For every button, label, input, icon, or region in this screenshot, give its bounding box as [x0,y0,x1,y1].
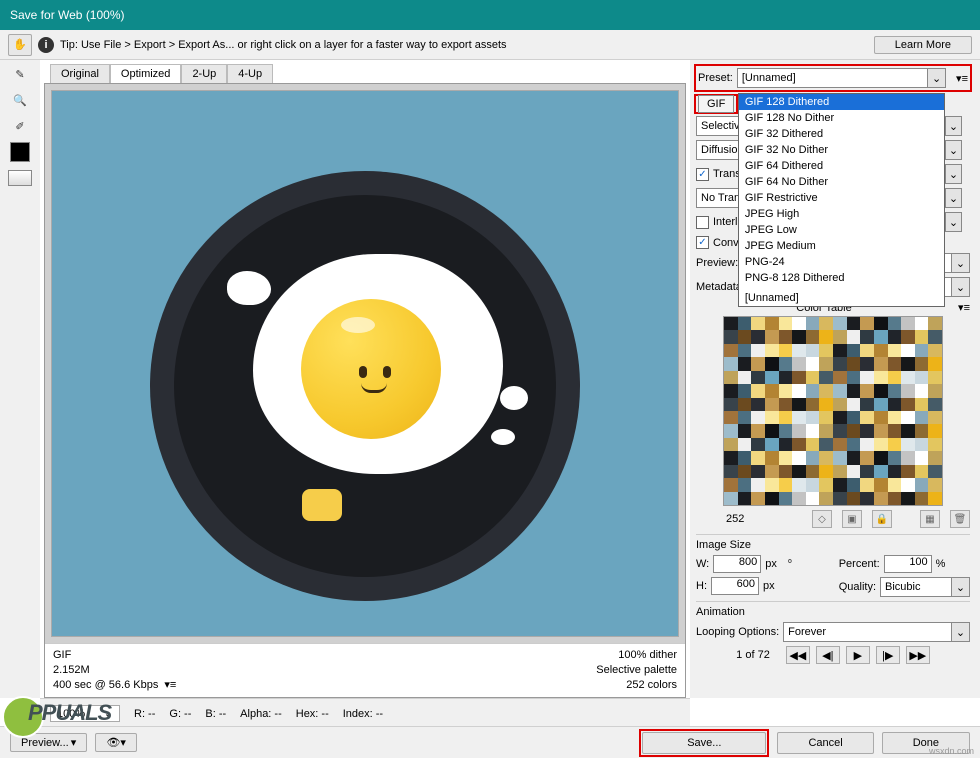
zoom-tool-icon[interactable]: 🔍 [10,90,30,110]
slice-tool-icon[interactable]: ✎ [10,64,30,84]
first-frame-button[interactable]: ◀◀ [786,646,810,664]
preview-canvas[interactable] [51,90,679,637]
preset-option[interactable]: JPEG Medium [739,238,944,254]
preset-option[interactable]: GIF 64 No Dither [739,174,944,190]
percent-label: Percent: [839,558,880,570]
preset-option[interactable]: JPEG Low [739,222,944,238]
zoom-bar: 100%⌄ R: -- G: -- B: -- Alpha: -- Hex: -… [40,698,690,728]
prev-frame-button[interactable]: ◀| [816,646,840,664]
learn-more-button[interactable]: Learn More [874,36,972,54]
tab-2up[interactable]: 2-Up [181,64,227,83]
toggle-slices-button[interactable] [8,170,32,186]
color-table-menu-icon[interactable]: ▾≡ [958,301,970,314]
tip-bar: ✋ i Tip: Use File > Export > Export As..… [0,30,980,60]
preset-option[interactable]: GIF 128 No Dither [739,110,944,126]
ct-btn-1[interactable]: ◇ [812,510,832,528]
ct-btn-trash[interactable]: 🗑 [950,510,970,528]
convert-srgb-checkbox[interactable]: ✓ [696,236,709,249]
info-colors: 252 colors [596,678,677,693]
preset-option[interactable]: GIF 32 Dithered [739,126,944,142]
speed-menu-icon[interactable]: ▾≡ [164,678,176,693]
loop-label: Looping Options: [696,626,779,638]
info-palette: Selective palette [596,663,677,678]
color-count: 252 [726,513,744,525]
preset-label: Preset: [698,72,733,84]
eyedropper-tool-icon[interactable]: ✐ [10,116,30,136]
preset-option[interactable]: PNG-8 128 Dithered [739,270,944,286]
preview-browser-button[interactable]: 👁▾ [95,733,137,752]
ct-btn-2[interactable]: ▣ [842,510,862,528]
cancel-button[interactable]: Cancel [777,732,873,754]
preset-option[interactable]: [Unnamed] [739,290,944,306]
preview-info: GIF 2.152M 400 sec @ 56.6 Kbps ▾≡ 100% d… [45,643,685,697]
next-frame-button[interactable]: |▶ [876,646,900,664]
play-button[interactable]: ▶ [846,646,870,664]
preset-option[interactable]: GIF 64 Dithered [739,158,944,174]
preview-tabs: Original Optimized 2-Up 4-Up [50,64,688,83]
settings-panel: Preset: [Unnamed] ⌄ GIF 128 DitheredGIF … [690,60,980,698]
percent-input[interactable]: 100 [884,555,932,573]
animation-title: Animation [696,606,970,618]
tab-optimized[interactable]: Optimized [110,64,182,83]
h-label: H: [696,580,707,592]
left-toolbar: ✎ 🔍 ✐ [0,60,40,698]
color-table-grid[interactable] [723,316,943,506]
appuals-logo: PPUALS [0,694,64,742]
info-dither: 100% dither [596,648,677,663]
format-gif-button[interactable]: GIF [698,95,734,113]
ct-btn-new[interactable]: ▦ [920,510,940,528]
quality-label: Quality: [839,581,876,593]
loop-select[interactable]: Forever⌄ [783,622,970,642]
preset-option[interactable]: PNG-24 [739,254,944,270]
hand-tool-icon[interactable]: ✋ [8,34,32,56]
height-input[interactable]: 600 [711,577,759,595]
image-size-title: Image Size [696,539,970,551]
tip-text: Tip: Use File > Export > Export As... or… [60,39,507,51]
quality-select[interactable]: Bicubic⌄ [880,577,970,597]
w-label: W: [696,558,709,570]
width-input[interactable]: 800 [713,555,761,573]
link-icon[interactable]: ⚬ [783,555,797,568]
preset-option[interactable]: JPEG High [739,206,944,222]
last-frame-button[interactable]: ▶▶ [906,646,930,664]
bottom-bar: Preview...▾ 👁▾ Save... Cancel Done wsxdn… [0,726,980,758]
transparency-checkbox[interactable]: ✓ [696,168,709,181]
info-size: 2.152M [53,663,176,678]
interlaced-checkbox[interactable] [696,216,709,229]
info-icon: i [38,37,54,53]
window-title: Save for Web (100%) [0,0,980,30]
watermark: wsxdn.com [929,746,974,756]
preset-option[interactable]: GIF 128 Dithered [739,94,944,110]
preset-menu-icon[interactable]: ▾≡ [956,72,968,85]
foreground-swatch[interactable] [10,142,30,162]
preset-option[interactable]: GIF 32 No Dither [739,142,944,158]
info-speed: 400 sec @ 56.6 Kbps [53,678,158,693]
tab-original[interactable]: Original [50,64,110,83]
preset-select[interactable]: [Unnamed] ⌄ GIF 128 DitheredGIF 128 No D… [737,68,946,88]
info-format: GIF [53,648,176,663]
preset-option[interactable]: GIF Restrictive [739,190,944,206]
chevron-down-icon: ⌄ [927,69,945,87]
preset-dropdown-list[interactable]: GIF 128 DitheredGIF 128 No DitherGIF 32 … [738,93,945,307]
frame-counter: 1 of 72 [736,649,770,661]
tab-4up[interactable]: 4-Up [227,64,273,83]
save-button[interactable]: Save... [642,732,766,754]
ct-btn-lock[interactable]: 🔒 [872,510,892,528]
